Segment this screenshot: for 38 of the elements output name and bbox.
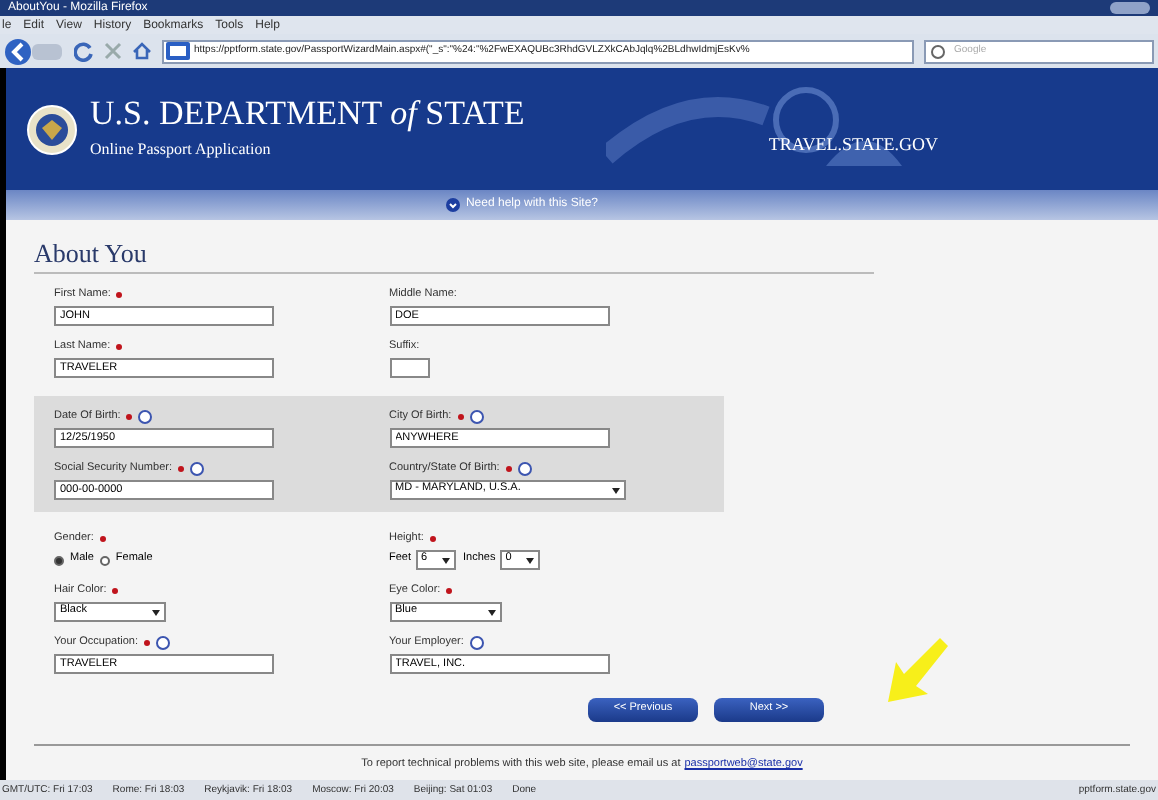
required-dot-icon [429, 536, 436, 542]
dropdown-caret-icon [152, 609, 160, 615]
dropdown-caret-icon [611, 487, 619, 493]
required-dot-icon [126, 414, 133, 420]
help-icon[interactable] [469, 636, 484, 650]
window-controls-icon[interactable] [1110, 2, 1150, 14]
down-arrow-icon [445, 198, 460, 212]
dropdown-caret-icon [441, 557, 450, 563]
seal-icon [26, 103, 78, 155]
search-engine-icon[interactable] [930, 43, 948, 59]
radio-button[interactable] [54, 555, 64, 565]
home-icon[interactable] [132, 42, 152, 60]
required-dot-icon [99, 536, 106, 542]
page-heading: About You [34, 240, 874, 274]
radio-button[interactable] [99, 555, 110, 565]
site-name: TRAVEL.STATE.GOV [768, 131, 938, 157]
required-dot-icon [457, 414, 464, 420]
input-field[interactable] [389, 358, 429, 378]
banner-subtitle: Online Passport Application [90, 138, 273, 162]
site-icon [166, 42, 190, 60]
required-dot-icon [116, 292, 123, 298]
required-dot-icon [446, 588, 453, 594]
back-icon[interactable] [4, 37, 64, 65]
help-icon[interactable] [138, 410, 153, 424]
help-icon[interactable] [190, 462, 204, 476]
reload-icon[interactable] [74, 41, 94, 61]
help-icon[interactable] [156, 636, 170, 650]
dropdown-caret-icon [487, 609, 495, 615]
required-dot-icon [112, 588, 119, 594]
required-dot-icon [144, 640, 150, 646]
required-dot-icon [116, 344, 123, 350]
required-dot-icon [178, 466, 184, 472]
required-dot-icon [505, 466, 512, 472]
help-icon[interactable] [469, 410, 484, 424]
dropdown-caret-icon [525, 557, 534, 563]
help-icon[interactable] [517, 462, 532, 476]
arrow-icon [884, 638, 952, 706]
banner-title: U.S. DEPARTMENT of STATE [90, 96, 525, 130]
